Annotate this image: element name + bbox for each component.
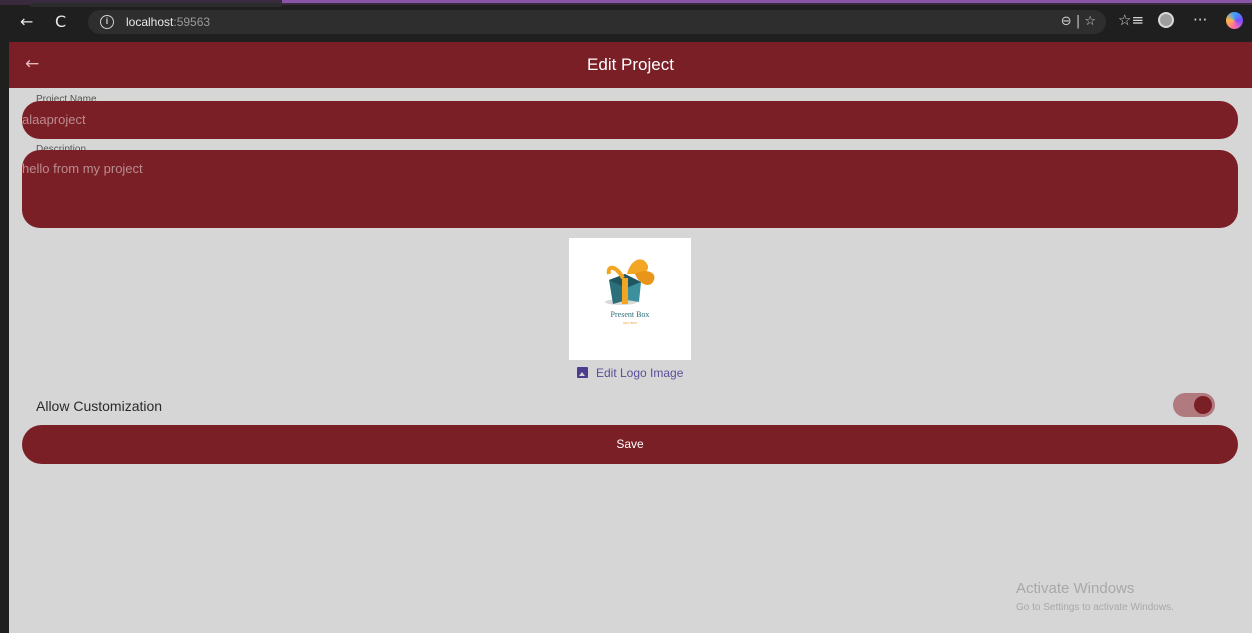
allow-customization-toggle[interactable]	[1173, 393, 1215, 417]
image-icon	[577, 367, 588, 378]
url-text[interactable]: localhost:59563	[126, 15, 210, 29]
activate-windows-watermark: Activate Windows Go to Settings to activ…	[1016, 580, 1174, 614]
favorites-icon[interactable]: ☆≡	[1118, 12, 1144, 28]
more-options-icon[interactable]: ···	[1193, 12, 1207, 28]
copilot-icon[interactable]	[1226, 12, 1243, 29]
description-field[interactable]: hello from my project	[22, 150, 1238, 228]
browser-toolbar: ← C i localhost:59563 ⊖ | ☆ ☆≡ ···	[0, 0, 1252, 42]
edit-logo-button[interactable]: Edit Logo Image	[577, 366, 683, 380]
site-info-icon[interactable]: i	[100, 15, 114, 29]
watermark-title: Activate Windows	[1016, 580, 1135, 597]
profile-avatar-icon[interactable]	[1158, 12, 1174, 28]
browser-back-icon[interactable]: ←	[20, 14, 33, 30]
browser-tab[interactable]	[30, 3, 282, 7]
save-button[interactable]: Save	[22, 425, 1238, 464]
toggle-knob	[1194, 396, 1212, 414]
edit-logo-label: Edit Logo Image	[596, 366, 684, 380]
project-name-field[interactable]: alaaproject	[22, 101, 1238, 139]
app-bar: ← Edit Project	[9, 42, 1252, 88]
allow-customization-label: Allow Customization	[36, 398, 163, 414]
logo-tagline: GIFT BOX	[623, 321, 637, 325]
address-bar-actions[interactable]: ⊖ | ☆	[1061, 14, 1096, 30]
url-port: :59563	[173, 15, 211, 29]
logo-image: Present Box GIFT BOX	[569, 238, 691, 360]
browser-refresh-icon[interactable]: C	[55, 14, 66, 30]
description-value[interactable]: hello from my project	[22, 162, 143, 176]
page-title: Edit Project	[587, 55, 674, 74]
address-bar[interactable]: i localhost:59563 ⊖ | ☆	[88, 10, 1106, 34]
project-name-value[interactable]: alaaproject	[22, 113, 86, 127]
present-box-logo-icon: Present Box GIFT BOX	[605, 259, 655, 325]
window-frame	[0, 42, 9, 633]
logo-text: Present Box	[611, 310, 650, 319]
watermark-subtitle: Go to Settings to activate Windows.	[1016, 602, 1174, 613]
url-host: localhost	[126, 15, 174, 29]
